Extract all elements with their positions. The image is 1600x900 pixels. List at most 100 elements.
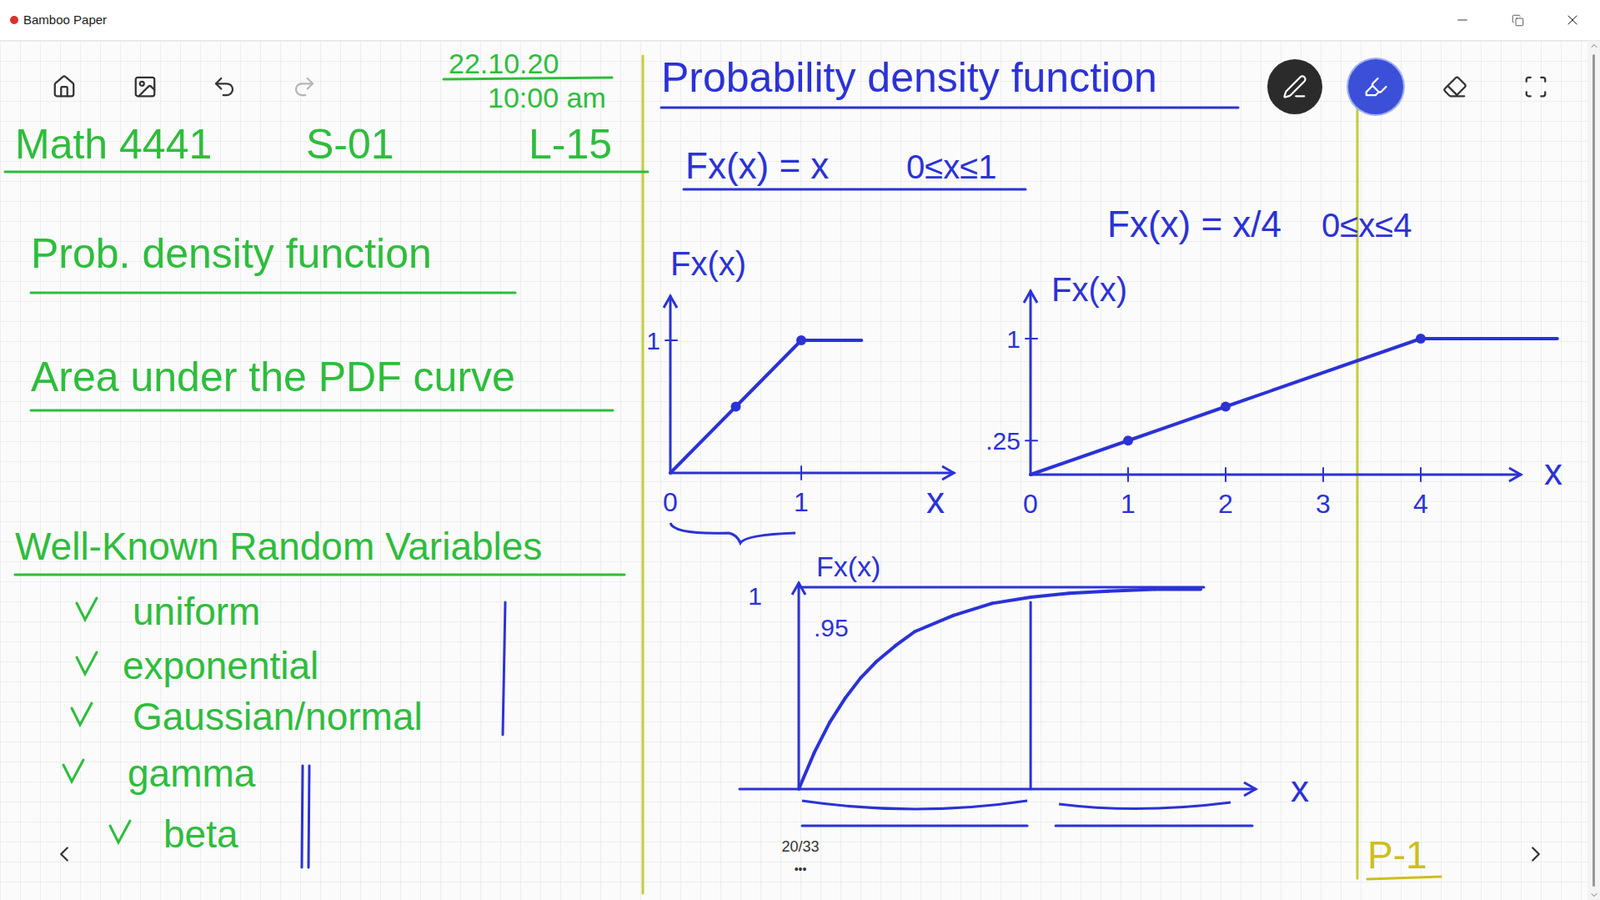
series-segment (845, 677, 862, 698)
tool-button[interactable] (1508, 59, 1564, 115)
series-segment (952, 602, 992, 616)
x-tick-label: 0 (662, 486, 678, 517)
y-tick-mark (1025, 439, 1038, 442)
close-button[interactable] (1544, 0, 1600, 41)
series-segment (1108, 588, 1155, 591)
interval-arrow (1055, 824, 1253, 828)
date-underline (443, 77, 612, 80)
data-point (1123, 435, 1134, 446)
bracket-mark (502, 601, 506, 735)
chevron-left-icon (51, 841, 77, 867)
cdf-chart-3: Fx(x)x1.95 (739, 550, 1310, 826)
scrollbar-thumb[interactable] (1592, 54, 1595, 887)
variable-item: exponential (76, 643, 319, 688)
topic-underline (15, 573, 625, 577)
note-time: 10:00 am (487, 81, 607, 114)
x-tick-mark (1419, 467, 1422, 482)
minimize-button[interactable] (1434, 0, 1490, 41)
brace-icon (1058, 802, 1231, 809)
series-segment (670, 406, 737, 474)
data-point (731, 401, 742, 412)
series-segment (895, 631, 915, 646)
toolbar-button (285, 68, 323, 106)
page-tag-underline (1367, 876, 1441, 879)
x-tick-label: 0 (1023, 488, 1039, 519)
interval-arrow (802, 824, 1028, 828)
toolbar-button[interactable] (126, 68, 164, 106)
section-code: S-01 (305, 120, 395, 168)
toolbar-button[interactable] (45, 68, 83, 106)
lecture-code: L-15 (528, 120, 612, 168)
y-axis (669, 295, 673, 473)
page-indicator: 20/33 (781, 837, 819, 855)
x-tick: 3 (1315, 467, 1331, 519)
x-tick-label: 2 (1218, 488, 1234, 519)
series-segment (801, 338, 862, 342)
eraser-icon (1442, 74, 1468, 100)
highlighter-icon (1363, 74, 1389, 100)
interval-marks (802, 601, 1253, 826)
y-axis-arrow-icon (1023, 290, 1038, 303)
x-tick: 4 (1413, 467, 1429, 519)
y-tick: .25 (985, 426, 1038, 455)
tool-button[interactable] (1427, 59, 1483, 115)
topic-underline (30, 291, 516, 295)
variable-name: beta (163, 812, 239, 856)
series-segment (814, 722, 831, 753)
data-point (1415, 333, 1426, 344)
y-tick-label: 1 (646, 326, 661, 355)
topic-title: Prob. density function (30, 230, 432, 277)
series-segment (992, 596, 1031, 603)
tool-button[interactable] (1348, 59, 1404, 115)
topic-underline (30, 409, 613, 412)
x-axis (739, 787, 1256, 791)
x-tick-mark (1322, 467, 1325, 482)
undo-icon (211, 74, 237, 100)
window-title: Bamboo Paper (23, 10, 107, 31)
y-axis (797, 582, 801, 789)
topic-title: Well-Known Random Variables (15, 524, 542, 568)
variable-item: beta (110, 812, 239, 856)
restore-button[interactable] (1489, 0, 1545, 41)
variable-name: Gaussian/normal (132, 694, 423, 738)
y-tick-mark (665, 339, 678, 342)
data-point (1220, 401, 1231, 412)
cdf-chart-2: Fx(x) = x/40≤x≤4Fx(x)x012341.25 (985, 203, 1563, 519)
x-tick: 1 (793, 466, 809, 517)
check-icon (76, 597, 97, 620)
left-notes: 22.10.2010:00 amMath 4441S-01L-15Prob. d… (5, 47, 648, 868)
series-segment (876, 645, 896, 662)
scrollbar[interactable] (1587, 40, 1600, 900)
x-tick-label: 1 (793, 486, 809, 517)
right-notes: Probability density functionFx(x) = x0≤x… (646, 54, 1563, 879)
x-tick: 1 (1120, 467, 1136, 519)
variable-item: uniform (76, 589, 261, 633)
topic-title: Area under the PDF curve (30, 353, 516, 401)
series-segment (1420, 336, 1558, 341)
header-rule (5, 170, 648, 174)
x-tick-label: 1 (1120, 488, 1136, 519)
y-axis-label: Fx(x) (816, 550, 881, 582)
x-axis-label: x (1544, 451, 1563, 492)
next-page-button[interactable] (1519, 837, 1553, 871)
toolbar-button[interactable] (205, 68, 243, 106)
check-icon (71, 702, 92, 725)
grid-background (0, 40, 1588, 900)
x-tick-mark (800, 466, 803, 480)
y-tick-label: .95 (813, 613, 849, 642)
y-tick-label: .25 (985, 426, 1021, 455)
note-canvas[interactable]: 22.10.2010:00 amMath 4441S-01L-15Prob. d… (0, 40, 1588, 900)
check-icon (63, 759, 84, 782)
series-segment (1030, 440, 1129, 475)
previous-page-button[interactable] (47, 837, 81, 871)
y-axis (1029, 290, 1033, 475)
x-tick-label: 4 (1413, 488, 1429, 519)
series-segment (1068, 591, 1108, 593)
brace-icon (802, 800, 1028, 809)
pen-icon (1282, 74, 1308, 100)
bracket-mark (308, 765, 310, 868)
series-segment (1128, 406, 1226, 442)
restore-icon (1511, 14, 1525, 27)
tool-button[interactable] (1267, 59, 1323, 115)
minimize-icon (1454, 12, 1470, 28)
